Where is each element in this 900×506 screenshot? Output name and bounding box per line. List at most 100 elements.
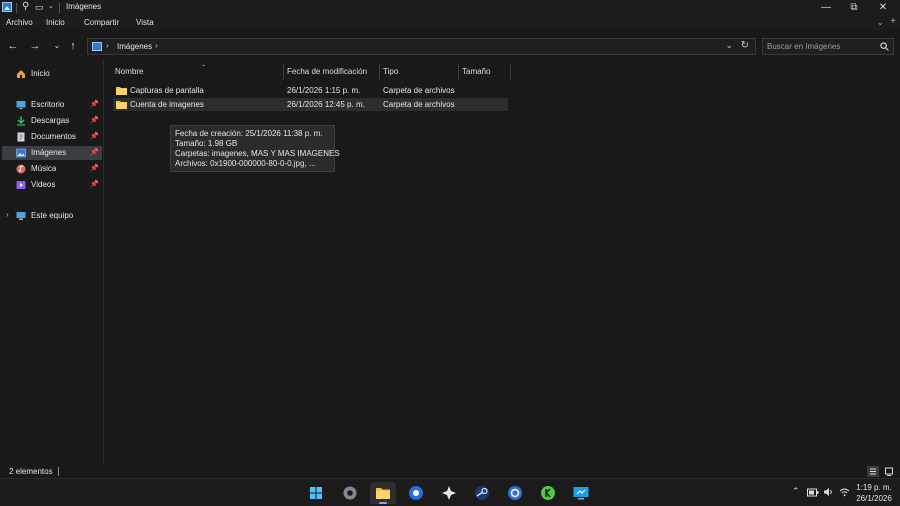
list-item[interactable]: Capturas de pantalla 26/1/2026 1:15 p. m… xyxy=(113,84,508,97)
large-icons-view-icon[interactable] xyxy=(883,466,895,477)
clock-time: 1:19 p. m. xyxy=(856,483,892,492)
start-button[interactable] xyxy=(303,482,329,504)
folder-icon xyxy=(116,101,127,109)
taskbar-app-steam[interactable] xyxy=(469,482,495,504)
sidebar-item-documentos[interactable]: Documentos 📌 xyxy=(2,130,102,144)
menu-inicio[interactable]: Inicio xyxy=(46,18,65,27)
column-divider[interactable] xyxy=(510,64,511,80)
k-app-icon xyxy=(541,486,555,500)
refresh-icon[interactable]: ↻ xyxy=(741,40,749,51)
file-name: Cuenta de imagenes xyxy=(130,100,204,109)
folder-icon xyxy=(116,87,127,95)
file-list: ⌃ Nombre Fecha de modificación Tipo Tama… xyxy=(105,60,900,464)
sidebar-item-label: Descargas xyxy=(31,116,70,125)
address-dropdown-icon[interactable]: ⌄ xyxy=(725,40,733,51)
sidebar-item-imagenes[interactable]: Imágenes 📌 xyxy=(2,146,102,160)
volume-icon[interactable] xyxy=(823,487,834,497)
taskbar-app-game[interactable] xyxy=(436,482,462,504)
wifi-icon[interactable] xyxy=(839,487,850,497)
new-folder-icon[interactable]: ▭ xyxy=(35,1,44,13)
steam-icon xyxy=(475,486,489,500)
breadcrumb-imagenes[interactable]: Imágenes xyxy=(117,42,152,51)
expand-chevron-icon[interactable]: › xyxy=(6,210,9,219)
file-type: Carpeta de archivos xyxy=(383,86,455,95)
tooltip-created: Fecha de creación: 25/1/2026 11:38 p. m. xyxy=(175,129,323,138)
taskbar-app-gear[interactable] xyxy=(502,482,528,504)
search-icon[interactable] xyxy=(880,42,889,51)
tooltip-folders: Carpetas: imagenes, MAS Y MAS IMAGENES xyxy=(175,149,340,158)
taskbar-clock[interactable]: 1:19 p. m. 26/1/2026 xyxy=(852,482,896,504)
download-icon xyxy=(17,116,25,126)
minimize-button[interactable]: — xyxy=(812,0,840,16)
tooltip-files: Archivos: 0x1900-000000-80-0-0.jpg, ... xyxy=(175,159,316,168)
sidebar-item-label: Inicio xyxy=(31,69,50,78)
item-count: 2 elementos xyxy=(9,467,53,476)
clock-date: 26/1/2026 xyxy=(856,494,892,503)
column-header-tamano[interactable]: Tamaño xyxy=(458,64,510,80)
search-box[interactable] xyxy=(762,38,894,55)
pictures-folder-icon xyxy=(92,42,102,51)
up-button[interactable]: ↑ xyxy=(66,39,80,53)
menu-archivo[interactable]: Archivo xyxy=(6,18,33,27)
pin-icon[interactable]: 📌 xyxy=(90,100,99,108)
list-item[interactable]: Cuenta de imagenes 26/1/2026 12:45 p. m.… xyxy=(113,98,508,111)
title-bar: ⚲ ▭ ⌄ Imágenes — ⧉ ✕ xyxy=(0,0,900,16)
taskbar-app-k[interactable] xyxy=(535,482,561,504)
sidebar-item-escritorio[interactable]: Escritorio 📌 xyxy=(2,98,102,112)
navigation-bar: ← → ⌄ ↑ › Imágenes › ⌄ ↻ xyxy=(0,35,900,59)
address-bar[interactable]: › Imágenes › ⌄ ↻ xyxy=(87,38,756,55)
new-tab-icon[interactable]: + xyxy=(890,16,896,27)
sidebar-item-label: Imágenes xyxy=(31,148,67,157)
pin-icon[interactable]: 📌 xyxy=(90,132,99,140)
pin-icon[interactable]: 📌 xyxy=(90,116,99,124)
sidebar-item-descargas[interactable]: Descargas 📌 xyxy=(2,114,102,128)
column-header-nombre[interactable]: ⌃ Nombre xyxy=(111,64,283,80)
separator xyxy=(59,3,60,13)
desktop-icon xyxy=(16,101,26,110)
forward-button[interactable]: → xyxy=(28,39,42,53)
pictures-icon xyxy=(16,148,26,158)
customize-chevron-icon[interactable]: ⌄ xyxy=(48,1,54,13)
taskbar-app-settings[interactable] xyxy=(337,482,363,504)
file-modified: 26/1/2026 1:15 p. m. xyxy=(287,86,361,95)
pin-icon[interactable]: 📌 xyxy=(90,180,99,188)
close-button[interactable]: ✕ xyxy=(869,0,897,16)
navigation-pane: Inicio Escritorio 📌 Descargas 📌 Document… xyxy=(0,60,104,464)
menu-vista[interactable]: Vista xyxy=(136,18,154,27)
menu-compartir[interactable]: Compartir xyxy=(84,18,119,27)
sidebar-item-label: Este equipo xyxy=(31,211,74,220)
sidebar-item-label: Videos xyxy=(31,180,56,189)
search-input[interactable] xyxy=(767,41,877,52)
chevron-right-icon[interactable]: › xyxy=(106,41,109,50)
sidebar-item-label: Escritorio xyxy=(31,100,65,109)
tooltip-size: Tamaño: 1.98 GB xyxy=(175,139,238,148)
taskbar-app-file-explorer[interactable] xyxy=(370,482,396,504)
properties-icon[interactable]: ⚲ xyxy=(22,1,29,13)
column-header-tipo[interactable]: Tipo xyxy=(379,64,458,80)
documents-icon xyxy=(17,132,25,142)
sidebar-item-este-equipo[interactable]: › Este equipo xyxy=(2,209,102,223)
sidebar-item-inicio[interactable]: Inicio xyxy=(2,67,102,81)
maximize-button[interactable]: ⧉ xyxy=(840,0,868,16)
column-header-fecha[interactable]: Fecha de modificación xyxy=(283,64,379,80)
battery-icon[interactable] xyxy=(807,488,819,497)
pin-icon[interactable]: 📌 xyxy=(90,164,99,172)
sidebar-item-videos[interactable]: Videos 📌 xyxy=(2,178,102,192)
recent-locations-button[interactable]: ⌄ xyxy=(50,39,64,53)
start-icon xyxy=(310,487,322,499)
window-title: Imágenes xyxy=(66,2,102,11)
pin-icon[interactable]: 📌 xyxy=(90,148,99,156)
back-button[interactable]: ← xyxy=(6,39,20,53)
taskbar-app-browser[interactable] xyxy=(403,482,429,504)
pictures-folder-icon xyxy=(2,2,12,12)
ribbon-expand-icon[interactable]: ⌄ xyxy=(876,17,884,28)
taskbar: ⌃ 1:19 p. m. 26/1/2026 xyxy=(0,478,900,506)
taskbar-app-remote-desktop[interactable] xyxy=(568,482,594,504)
this-pc-icon xyxy=(16,212,26,220)
sidebar-item-musica[interactable]: Música 📌 xyxy=(2,162,102,176)
chevron-up-icon[interactable]: ⌃ xyxy=(792,486,800,497)
chevron-right-icon[interactable]: › xyxy=(155,41,158,50)
separator xyxy=(16,3,17,13)
details-view-icon[interactable] xyxy=(867,466,879,477)
separator xyxy=(58,467,59,476)
